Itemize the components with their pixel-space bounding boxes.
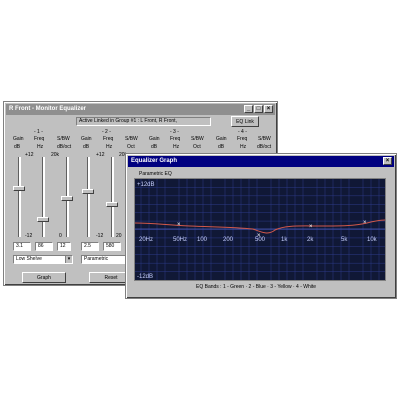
x-tick-label: 5k (341, 237, 348, 243)
band2-q-label: S/BW (125, 136, 138, 142)
graph-button[interactable]: Graph (22, 272, 66, 283)
band3-gain-label: Gain (149, 136, 160, 142)
band3-unit-db: dB (151, 144, 158, 150)
band2-number: - 2 - (102, 129, 111, 135)
equalizer-graph-window: Equalizer Graph × Parametric EQ × × × × +12… (125, 153, 397, 299)
band1-q-min: 0 (59, 233, 62, 239)
eq-graph-svg: ×××× +12dB -12dB 20Hz 50Hz 100 200 500 1k 2k 5k… (134, 179, 386, 280)
band3-number: - 3 - (170, 129, 179, 135)
band4-gain-label: Gain (216, 136, 227, 142)
x-tick-label: 10k (367, 237, 378, 243)
chevron-down-icon[interactable]: ▾ (65, 256, 72, 263)
band2-gain-slider-track[interactable] (87, 157, 90, 237)
band1-gain-slider-track[interactable] (18, 157, 21, 237)
x-tick-label: 2k (307, 237, 314, 243)
band4-unit-hz: Hz (240, 144, 247, 150)
eq-link-button[interactable]: EQ Link (231, 116, 259, 127)
band1-type-select[interactable]: Low Shelve ▾ (13, 255, 73, 264)
band1-q-input[interactable]: 12 (57, 242, 71, 251)
y-axis-bottom-label: -12dB (137, 274, 153, 280)
eq-bands-legend: EQ Bands : 1 - Green · 2 - Blue · 3 - Ye… (196, 284, 317, 290)
band2-gain-max: +12 (96, 152, 105, 158)
close-button[interactable]: × (264, 105, 273, 113)
band2-unit-hz: Hz (106, 144, 113, 150)
band2-gain-min: -12 (96, 233, 104, 239)
band4-unit-db: dB (218, 144, 225, 150)
band2-freq-min: 20 (116, 233, 122, 239)
graph-window-titlebar: Equalizer Graph × (128, 156, 394, 167)
eq-graph-plot: × × × × +12dB -12dB 20Hz 50Hz 100 200 500 1k 2k 5k… (134, 178, 386, 281)
x-tick-label: 500 (255, 237, 266, 243)
band2-unit-db: dB (83, 144, 90, 150)
band4-unit-oct: dB/oct (257, 144, 272, 150)
band1-freq-label: Freq (34, 136, 45, 142)
close-button[interactable]: × (383, 157, 392, 165)
band3-q-label: S/BW (191, 136, 204, 142)
band-marker[interactable]: × (363, 220, 367, 226)
link-status-field: Active Linked in Group #1 : L Front, R F… (76, 117, 211, 126)
band2-gain-slider-thumb[interactable] (82, 189, 94, 194)
band3-unit-hz: Hz (173, 144, 180, 150)
band-marker[interactable]: × (177, 222, 181, 228)
band4-freq-label: Freq (237, 136, 248, 142)
band2-gain-label: Gain (81, 136, 92, 142)
band1-q-label: S/BW (57, 136, 70, 142)
band3-freq-label: Freq (170, 136, 181, 142)
band2-freq-label: Freq (103, 136, 114, 142)
band1-unit-oct: dB/oct (57, 144, 72, 150)
band1-q-slider-thumb[interactable] (61, 196, 73, 201)
band1-freq-input[interactable]: 86 (35, 242, 53, 251)
x-tick-label: 50Hz (173, 237, 187, 243)
x-tick-label: 1k (281, 237, 288, 243)
band-marker[interactable]: × (309, 224, 313, 230)
eq-graph-grid (135, 179, 385, 280)
band2-unit-oct: Oct (127, 144, 135, 150)
eq-response-curve (134, 219, 386, 234)
band4-q-label: S/BW (258, 136, 271, 142)
band3-unit-oct: Oct (193, 144, 201, 150)
band1-type-value: Low Shelve (16, 256, 42, 262)
eq-window-titlebar: R Front - Monitor Equalizer _ □ × (6, 104, 275, 115)
minimize-button[interactable]: _ (244, 105, 253, 113)
band1-gain-max: +12 (25, 152, 34, 158)
band1-gain-min: -12 (25, 233, 33, 239)
band2-freq-slider-track[interactable] (111, 157, 114, 237)
x-tick-label: 100 (197, 237, 208, 243)
band1-freq-max: 20k (51, 152, 60, 158)
band1-gain-input[interactable]: 3.1 (13, 242, 31, 251)
band1-number: - 1 - (34, 129, 43, 135)
band1-freq-slider-thumb[interactable] (37, 217, 49, 222)
band1-gain-slider-thumb[interactable] (13, 186, 25, 191)
maximize-button[interactable]: □ (254, 105, 263, 113)
band2-freq-slider-thumb[interactable] (106, 202, 118, 207)
band2-gain-input[interactable]: 2.5 (81, 242, 99, 251)
band2-type-select[interactable]: Parametric (81, 255, 127, 264)
graph-window-title: Equalizer Graph (131, 158, 178, 164)
x-axis-tick-labels: 20Hz 50Hz 100 200 500 1k 2k 5k 10k (139, 237, 378, 243)
x-tick-label: 20Hz (139, 237, 153, 243)
band2-freq-input[interactable]: 580 (103, 242, 121, 251)
eq-window-title: R Front - Monitor Equalizer (9, 106, 86, 112)
x-tick-label: 200 (223, 237, 234, 243)
band1-freq-slider-track[interactable] (42, 157, 45, 237)
band4-number: - 4 - (238, 129, 247, 135)
band1-unit-db: dB (14, 144, 21, 150)
graph-mode-label: Parametric EQ (139, 171, 172, 177)
band2-type-value: Parametric (84, 256, 109, 262)
band1-gain-label: Gain (13, 136, 24, 142)
band1-unit-hz: Hz (37, 144, 44, 150)
y-axis-top-label: +12dB (137, 182, 155, 188)
